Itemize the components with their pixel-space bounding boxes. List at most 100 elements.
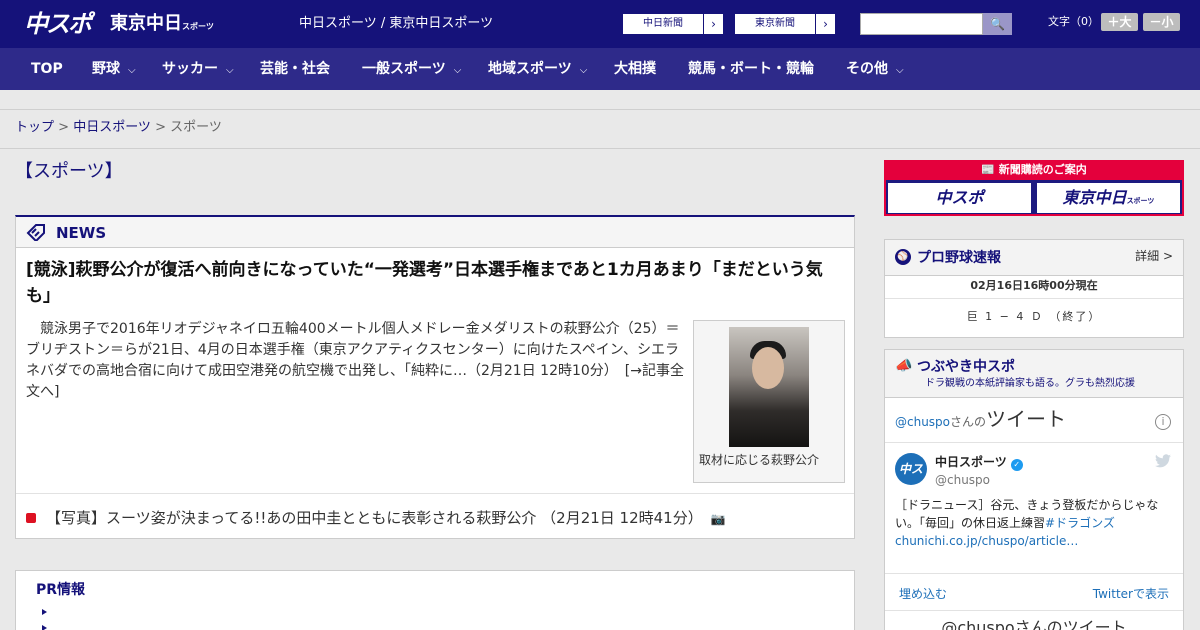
nav-item-soccer[interactable]: サッカー ⌵ [162,48,234,90]
related-link[interactable]: 【写真】スーツ姿が決まってる!!あの田中圭とともに表彰される萩野公介 （2月21… [26,507,726,530]
site-name[interactable]: 中日スポーツ / 東京中日スポーツ [299,15,493,33]
related-link-text: 【写真】スーツ姿が決まってる!!あの田中圭とともに表彰される萩野公介 （2月21… [46,509,703,527]
search-button[interactable]: 🔍 [983,13,1012,35]
nav-item-general-sports[interactable]: 一般スポーツ ⌵ [362,48,461,90]
divider [16,493,854,494]
chevron-down-icon: ⌵ [896,65,904,76]
breadcrumb: トップ > 中日スポーツ > スポーツ [15,119,222,137]
breadcrumb-section[interactable]: 中日スポーツ [73,120,151,135]
twitter-bird-icon-svg [1155,454,1171,468]
news-panel: NEWS [競泳]萩野公介が復活へ前向きになっていた“一発選考”日本選手権まであ… [15,215,855,539]
twitter-handle-suffix: さんの [950,415,987,429]
tokyo-chunichi-logo[interactable]: 東京中日スポーツ [110,12,214,39]
site-search: 🔍 [860,13,1012,35]
news-tag-icon [26,223,46,243]
tweet-account-handle[interactable]: @chuspo [935,472,990,488]
twitter-timeline-title[interactable]: @chuspoさんのツイート [895,406,1066,435]
nav-item-label: 野球 [92,61,120,77]
news-header: NEWS [16,217,854,248]
chevron-right-icon: › [703,14,723,34]
info-icon[interactable]: i [1155,414,1171,430]
view-on-twitter-link[interactable]: Twitterで表示 [1093,586,1169,602]
nav-item-entertainment[interactable]: 芸能・社会 [260,48,330,90]
twitter-title: つぶやき中スポ [917,359,1015,375]
baseball-detail-link[interactable]: 詳細 > [1135,248,1173,264]
play-icon [26,512,36,523]
divider [885,610,1183,611]
subscribe-tokyo-label: 東京中日 [1062,188,1127,207]
tweet-hashtag[interactable]: #ドラゴンズ [1045,516,1115,530]
font-smaller-button[interactable]: －小 [1143,13,1180,31]
twitter-bird-icon[interactable] [1155,454,1171,472]
twitter-panel: 📣 つぶやき中スポ ドラ観戦の本紙評論家も語る。グラも熱烈応援 @chuspoさ… [884,349,1184,630]
twitter-handle: @chuspo [895,415,951,429]
nav-item-label: 競馬・ボート・競輪 [688,61,814,77]
search-input[interactable] [860,13,983,35]
chevron-down-icon: ⌵ [226,65,234,76]
chevron-down-icon: ⌵ [453,65,462,76]
subscribe-tokyo-button[interactable]: 東京中日スポーツ [1037,183,1180,213]
news-photo[interactable]: 取材に応じる萩野公介 [693,320,845,483]
subscribe-chuspo-button[interactable]: 中スポ [888,183,1031,213]
nav-item-label: 地域スポーツ [488,61,572,77]
news-summary[interactable]: 競泳男子で2016年リオデジャネイロ五輪400メートル個人メドレー金メダリストの… [26,319,686,403]
avatar[interactable]: 中ス [895,453,927,485]
nav-item-baseball[interactable]: 野球 ⌵ [92,48,136,90]
divider [885,298,1183,299]
site-header: 中スポ 東京中日スポーツ 中日スポーツ / 東京中日スポーツ 中日新聞 › 東京… [0,0,1200,48]
nav-item-local-sports[interactable]: 地域スポーツ ⌵ [488,48,587,90]
triangle-bullet-icon [42,625,47,630]
news-headline[interactable]: [競泳]萩野公介が復活へ前向きになっていた“一発選考”日本選手権まであと1カ月あ… [26,257,841,309]
main-nav: TOP 野球 ⌵ サッカー ⌵ 芸能・社会 一般スポーツ ⌵ 地域スポーツ ⌵ 大相撲 … [0,48,1200,90]
baseball-timestamp: 02月16日16時00分現在 [970,279,1098,292]
nav-item-label: サッカー [162,61,218,77]
divider [885,573,1183,574]
chevron-right-icon: › [815,14,835,34]
news-photo-caption: 取材に応じる萩野公介 [699,453,820,467]
font-larger-button[interactable]: ＋大 [1101,13,1138,31]
font-size-label: 文字（0） [1048,15,1099,28]
pr-panel: PR情報 [15,570,855,630]
chunichi-shimbun-link[interactable]: 中日新聞 › [622,13,724,35]
subscribe-title: 📰 新聞購読のご案内 [884,160,1184,180]
baseball-scores-panel: ⚾ プロ野球速報 詳細 > 02月16日16時00分現在 巨 1 − 4 Ｄ （… [884,239,1184,338]
tokyo-chunichi-logo-text: 東京中日 [110,13,182,34]
chevron-down-icon: ⌵ [579,65,588,76]
tokyo-shimbun-link[interactable]: 東京新聞 › [734,13,836,35]
breadcrumb-separator: > [54,120,74,135]
tweet-link[interactable]: chunichi.co.jp/chuspo/article… [895,534,1078,548]
nav-item-other[interactable]: その他 ⌵ [846,48,904,90]
breadcrumb-current: スポーツ [170,120,222,135]
divider [885,442,1183,443]
nav-item-sumo[interactable]: 大相撲 [614,48,656,90]
nav-item-top[interactable]: TOP [31,48,63,90]
tweet-account-name[interactable]: 中日スポーツ ✓ [935,454,1023,471]
twitter-header: 📣 つぶやき中スポ ドラ観戦の本紙評論家も語る。グラも熱烈応援 [885,350,1183,398]
tokyo-chunichi-logo-small: スポーツ [182,22,214,31]
pr-title: PR情報 [36,582,86,598]
chunichi-shimbun-label: 中日新聞 [643,18,683,29]
camera-icon: 📷 [710,512,726,526]
tweet-text: ［ドラニュース］谷元、きょう登板だからじゃない。「毎回」の休日返上練習#ドラゴン… [895,496,1175,550]
tweet-account-name-text: 中日スポーツ [935,455,1007,469]
baseball-title: プロ野球速報 [917,250,1001,266]
breadcrumb-home[interactable]: トップ [15,120,54,135]
news-tag-icon-svg [26,224,45,243]
embed-link[interactable]: 埋め込む [899,586,947,602]
news-header-label: NEWS [56,224,107,242]
sub-nav-bar [0,90,1200,110]
baseball-score[interactable]: 巨 1 − 4 Ｄ （終了） [885,309,1183,325]
twitter-tweets-word: ツイート [986,407,1067,431]
tokyo-shimbun-label: 東京新聞 [755,18,795,29]
breadcrumb-separator: > [150,120,171,135]
subscribe-banner[interactable]: 📰 新聞購読のご案内 中スポ 東京中日スポーツ [884,160,1184,216]
nav-item-label: 大相撲 [614,61,656,77]
photo-face [752,347,784,389]
triangle-bullet-icon [42,609,47,615]
nav-item-label: TOP [31,61,63,77]
nav-item-racing[interactable]: 競馬・ボート・競輪 [688,48,814,90]
tweet-body: ［ドラニュース］谷元、きょう登板だからじゃない。「毎回」の休日返上練習 [895,498,1159,530]
chuspo-logo[interactable]: 中スポ [24,9,92,39]
subscribe-tokyo-small: スポーツ [1126,197,1155,205]
nav-item-label: 一般スポーツ [362,61,446,77]
